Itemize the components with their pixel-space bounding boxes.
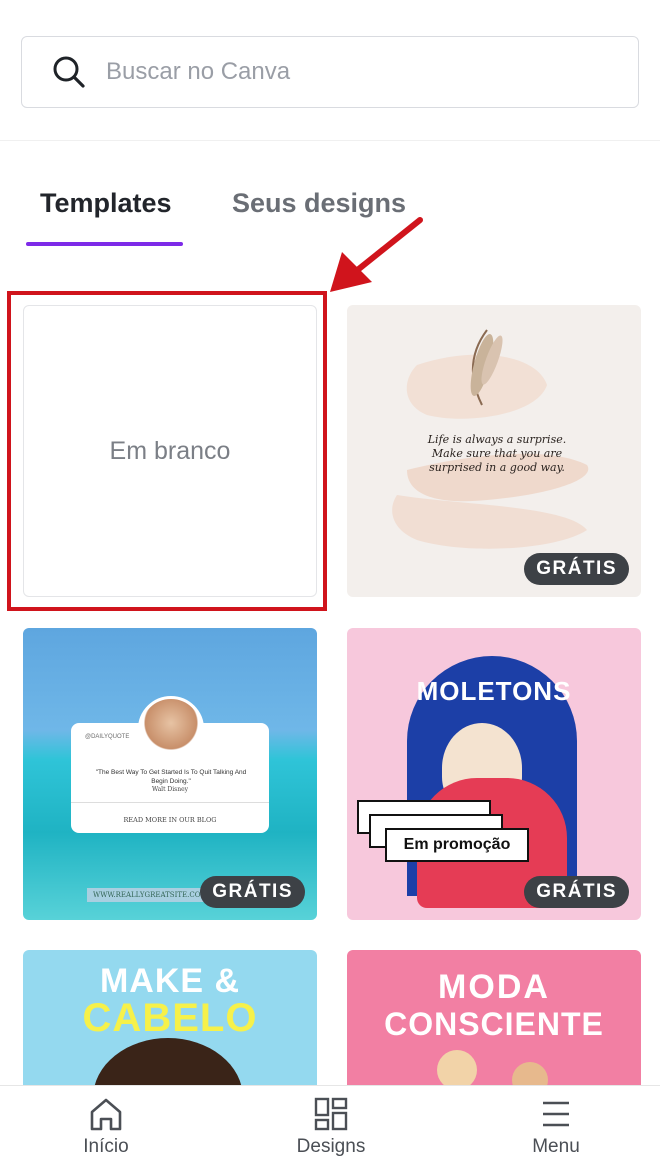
template-card-quote[interactable]: Life is always a surprise. Make sure tha… xyxy=(347,305,641,597)
search-area xyxy=(0,0,660,141)
template-moda-line2: CONSCIENTE xyxy=(384,1006,604,1042)
search-bar[interactable] xyxy=(21,36,639,108)
free-badge: GRÁTIS xyxy=(524,553,629,585)
nav-inicio-label: Início xyxy=(83,1136,129,1157)
free-badge: GRÁTIS xyxy=(200,876,305,908)
nav-designs-label: Designs xyxy=(296,1136,366,1157)
template-ocean-avatar xyxy=(138,696,204,762)
template-ocean-quote: "The Best Way To Get Started Is To Quit … xyxy=(95,769,247,785)
hamburger-icon xyxy=(543,1101,569,1127)
template-moletons-title: MOLETONS xyxy=(416,676,572,706)
template-make-line2: CABELO xyxy=(82,996,258,1040)
template-moda-person xyxy=(437,1050,477,1090)
template-moletons-promo: Em promoção xyxy=(385,828,529,862)
free-badge: GRÁTIS xyxy=(524,876,629,908)
grid-icon xyxy=(314,1097,348,1131)
active-tab-indicator xyxy=(26,242,183,246)
search-icon xyxy=(53,56,85,88)
home-icon xyxy=(90,1098,122,1131)
nav-menu-label: Menu xyxy=(532,1136,580,1157)
template-ocean-handle: @DAILYQUOTE xyxy=(85,734,130,740)
bottom-navigation: Início Designs Menu xyxy=(0,1085,660,1173)
template-moda-line1: MODA xyxy=(438,968,550,1006)
template-ocean-author: Walt Disney xyxy=(151,786,189,793)
nav-menu[interactable]: Menu xyxy=(486,1096,626,1158)
nav-designs[interactable]: Designs xyxy=(261,1096,401,1158)
template-card-moletons[interactable]: MOLETONS Em promoção GRÁTIS xyxy=(347,628,641,920)
search-input[interactable] xyxy=(104,57,588,87)
template-card-ocean[interactable]: @DAILYQUOTE "The Best Way To Get Started… xyxy=(23,628,317,920)
annotation-arrow xyxy=(330,217,423,292)
template-quote-text: Life is always a surprise. Make sure tha… xyxy=(427,433,567,474)
tab-templates[interactable]: Templates xyxy=(40,188,172,219)
nav-inicio[interactable]: Início xyxy=(36,1096,176,1158)
annotation-highlight-box xyxy=(7,291,327,611)
template-ocean-link: READ MORE IN OUR BLOG xyxy=(123,816,217,824)
